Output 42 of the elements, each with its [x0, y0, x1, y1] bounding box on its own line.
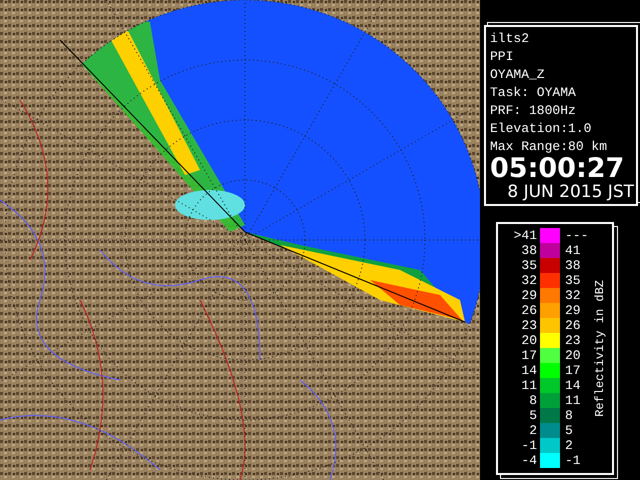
legend-label: 14 — [520, 363, 538, 378]
legend-label: 11 — [520, 378, 538, 393]
legend-label: 35 — [564, 273, 582, 288]
legend-title: Reflectivity in dBZ — [593, 280, 607, 417]
legend-label: 35 — [520, 258, 538, 273]
legend-label: 26 — [520, 303, 538, 318]
legend-label: 23 — [520, 318, 538, 333]
legend-label: 29 — [520, 288, 538, 303]
legend-label: 32 — [564, 288, 582, 303]
info-text: ilts2 — [490, 30, 530, 48]
legend-label: -4 — [520, 453, 538, 468]
legend-label: 11 — [564, 393, 582, 408]
scan-time: 05:00:27 — [490, 156, 626, 182]
legend-label: 2 — [564, 438, 574, 453]
info-text: Task: OYAMA — [490, 84, 577, 102]
info-text: Elevation:1.0 — [490, 120, 592, 138]
legend-label: 8 — [564, 408, 574, 423]
info-text: OYAMA_Z — [490, 66, 546, 84]
legend-label: 5 — [564, 423, 574, 438]
legend-label: 17 — [520, 348, 538, 363]
legend-label: 20 — [564, 348, 582, 363]
info-text: PPI — [490, 48, 514, 66]
info-text: Max Range:80 km — [490, 138, 608, 156]
legend-label: 23 — [564, 333, 582, 348]
legend-label: 41 — [564, 243, 582, 258]
scan-date: 8 JUN 2015 JST — [506, 182, 634, 202]
info-text: PRF: 1800Hz — [490, 102, 577, 120]
legend-label: >41 — [512, 228, 538, 243]
legend-label: 8 — [528, 393, 538, 408]
legend-label: 38 — [564, 258, 582, 273]
legend-label: 26 — [564, 318, 582, 333]
legend-label: --- — [564, 228, 590, 243]
legend-label: 38 — [520, 243, 538, 258]
legend-label: 2 — [528, 423, 538, 438]
legend-label: 5 — [528, 408, 538, 423]
legend-label: -1 — [520, 438, 538, 453]
legend-label: 32 — [520, 273, 538, 288]
legend-label: 17 — [564, 363, 582, 378]
legend-label: 20 — [520, 333, 538, 348]
legend-label: 29 — [564, 303, 582, 318]
legend-label: 14 — [564, 378, 582, 393]
legend-label: -1 — [564, 453, 582, 468]
